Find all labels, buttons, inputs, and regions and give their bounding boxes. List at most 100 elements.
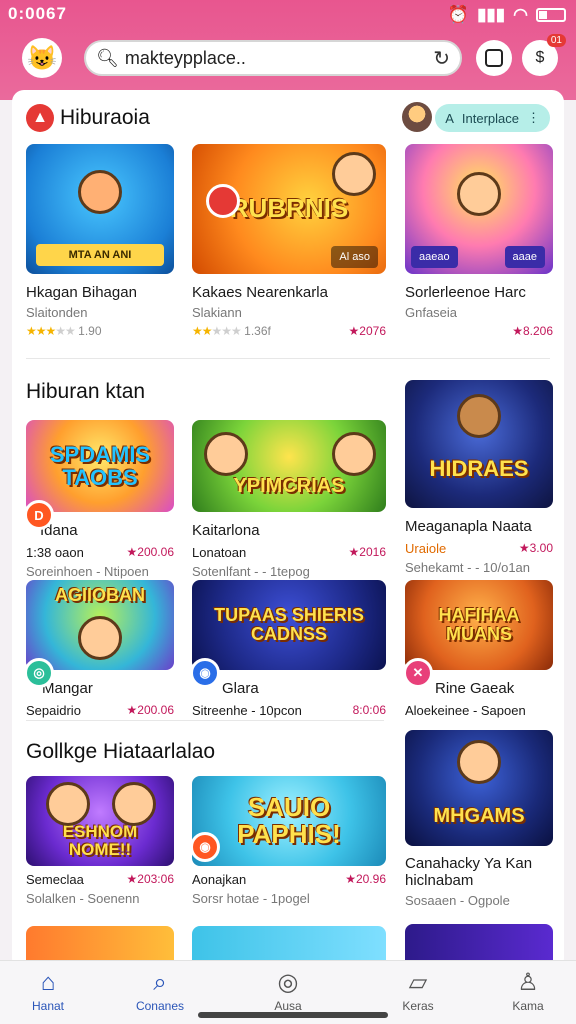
game-name: Hkagan Bihagan (26, 284, 137, 301)
meta-row: Lonatoan ★2016 (192, 545, 386, 560)
game-thumbnail[interactable]: ESHNOM NOME!! (26, 776, 174, 866)
character-face (332, 432, 376, 476)
game-card[interactable]: HAFIHAA MUANS ✕ Rine Gaeak Aloekeinee - … (403, 580, 553, 718)
game-badge-icon: ◉ (190, 832, 220, 862)
character-face (46, 782, 90, 826)
meta-row: Semeclaa ★203:06 (26, 872, 174, 887)
game-thumbnail[interactable]: SAUIO PAPHIS! (192, 776, 386, 866)
section-title-2: Hiburan ktan (26, 380, 146, 403)
rating-row: ★★★★★ 1.90 (26, 324, 174, 338)
section-divider (26, 358, 550, 359)
refresh-icon[interactable]: ↻ (433, 46, 450, 71)
game-thumbnail[interactable]: MTA AN ANI (26, 144, 174, 274)
character-face (457, 394, 501, 438)
user-avatar[interactable]: 😺 (22, 38, 62, 78)
meta-row: Sepaidrio ★200.06 (26, 703, 174, 718)
wifi-icon: ◠ (513, 5, 528, 24)
game-thumbnail[interactable]: RUBRNIS Al aso (192, 144, 386, 274)
game-subtitle: Slakiann (192, 305, 242, 320)
game-subtitle: Slaitonden (26, 305, 88, 320)
user-mini-avatar[interactable] (402, 102, 432, 132)
game-card[interactable]: MTA AN ANI Hkagan Bihagan Slaitonden ★★★… (26, 144, 174, 338)
nav-label: Conanes (135, 999, 185, 1013)
section-header-3: Gollkge Hiataarlalao (26, 740, 215, 764)
game-thumbnail[interactable]: HAFIHAA MUANS (405, 580, 553, 670)
game-meta: Sepaidrio (26, 703, 81, 718)
nav-explore[interactable]: ◎ Ausa (240, 969, 336, 1013)
a-icon: A (445, 110, 454, 126)
rating-row: ★8.206 (405, 324, 553, 338)
search-input[interactable]: makteypplace.. (125, 48, 433, 69)
rating-row: ★★★★★ 1.36f ★2076 (192, 324, 386, 338)
battery-icon (536, 8, 566, 22)
game-thumbnail[interactable]: SPDAMIS TAOBS (26, 420, 174, 512)
game-card[interactable]: HIDRAES Meaganapla Naata Uraiole ★3.00 S… (405, 380, 553, 575)
qr-button[interactable] (476, 40, 512, 76)
game-card[interactable]: RUBRNIS Al aso Kakaes Nearenkarla Slakia… (192, 144, 386, 338)
game-subtitle: Solalken - Soenenn (26, 891, 140, 906)
scan-icon (485, 49, 503, 67)
game-subtitle: Sosaaen - Ogpole (405, 893, 510, 908)
signal-icon: ▮▮▮ (477, 5, 506, 24)
character-face (457, 172, 501, 216)
bookmark-icon: ▱ (408, 969, 428, 996)
nav-profile[interactable]: ♙ Kama (480, 969, 576, 1013)
game-subtitle: Sorsr hotae - 1pogel (192, 891, 310, 906)
pill-label: Interplace (461, 110, 519, 126)
meta-row: Aonajkan ★20.96 (192, 872, 386, 887)
game-thumbnail[interactable]: TUPAAS SHIERIS CADNSS (192, 580, 386, 670)
section-title-3: Gollkge Hiataarlalao (26, 740, 216, 763)
status-icons: ⏰ ▮▮▮ ◠ (448, 5, 566, 25)
score-value: ★2016 (348, 545, 386, 559)
game-card[interactable]: TUPAAS SHIERIS CADNSS ◉ Glara Sitreenhe … (190, 580, 386, 718)
game-logo-text: HIDRAES (429, 456, 529, 482)
game-thumbnail[interactable]: MHGAMS (405, 730, 553, 846)
notification-badge: 01 (546, 34, 566, 47)
game-card[interactable]: aaeao aaae Sorlerleenoe Harc Gnfaseia ★8… (405, 144, 553, 338)
status-time: 0:0067 (8, 4, 67, 23)
alarm-icon: ⏰ (447, 5, 470, 24)
game-card[interactable]: YPIMCRIAS Kaitarlona Lonatoan ★2016 Sote… (192, 420, 386, 579)
section-header-1: ▲ Hiburaoia (26, 104, 150, 132)
home-indicator[interactable] (198, 1012, 388, 1018)
nav-label: Ausa (274, 999, 302, 1013)
game-logo-text: SPDAMIS TAOBS (49, 441, 151, 490)
nav-label: Hanat (31, 999, 65, 1013)
meta-row: Uraiole ★3.00 (405, 541, 553, 556)
game-chip: Al aso (331, 246, 378, 268)
game-thumbnail[interactable]: AGIIOBAN (26, 580, 174, 670)
notifications-button[interactable]: $ 01 (522, 34, 566, 76)
game-name: Sorlerleenoe Harc (405, 284, 526, 301)
interplace-pill[interactable]: A Interplace ⋮ (435, 104, 550, 132)
game-card[interactable]: MHGAMS Canahacky Ya Kan hiclnabam Sosaae… (405, 730, 553, 908)
game-thumbnail[interactable]: HIDRAES (405, 380, 553, 508)
search-bar[interactable]: 🔍︎ makteypplace.. ↻ (84, 40, 462, 76)
search-icon: 🔍︎ (96, 47, 119, 68)
star-rating-icon: ★★★★★ (192, 324, 242, 338)
game-logo-text: HAFIHAA MUANS (438, 605, 520, 644)
search-icon: ⌕ (153, 969, 167, 996)
game-subtitle: Sehekamt - - 10/o1an (405, 560, 531, 575)
star-rating-icon: ★★★★★ (26, 324, 76, 338)
score-value: ★2076 (348, 324, 386, 338)
game-name: Kaitarlona (192, 522, 260, 539)
game-meta: Uraiole (405, 541, 447, 556)
game-meta: Aloekeinee - Sapoen (405, 703, 526, 718)
profile-icon: ♙ (517, 969, 539, 996)
game-card[interactable]: SAUIO PAPHIS! ◉ Aonajkan ★20.96 Sorsr ho… (190, 776, 386, 906)
game-card[interactable]: SPDAMIS TAOBS D Idana 1:38 oaon ★200.06 … (24, 420, 174, 579)
game-logo-text: TUPAAS SHIERIS CADNSS (214, 605, 364, 644)
nav-search[interactable]: ⌕ Conanes (112, 969, 208, 1013)
game-thumbnail[interactable]: aaeao aaae (405, 144, 553, 274)
game-subtitle: Gnfaseia (405, 305, 458, 320)
nav-saved[interactable]: ▱ Keras (370, 969, 466, 1013)
game-card[interactable]: ESHNOM NOME!! Semeclaa ★203:06 Solalken … (26, 776, 174, 906)
section-title-1: Hiburaoia (60, 106, 150, 129)
game-thumbnail[interactable]: YPIMCRIAS (192, 420, 386, 512)
score-value: ★203:06 (126, 872, 174, 886)
game-meta: Sitreenhe - 10pcon (192, 703, 302, 718)
bell-icon: $ (535, 49, 545, 66)
nav-home[interactable]: ⌂ Hanat (0, 969, 96, 1013)
game-chip-right: aaae (504, 246, 545, 268)
game-card[interactable]: AGIIOBAN ◎ Mangar Sepaidrio ★200.06 (24, 580, 174, 718)
